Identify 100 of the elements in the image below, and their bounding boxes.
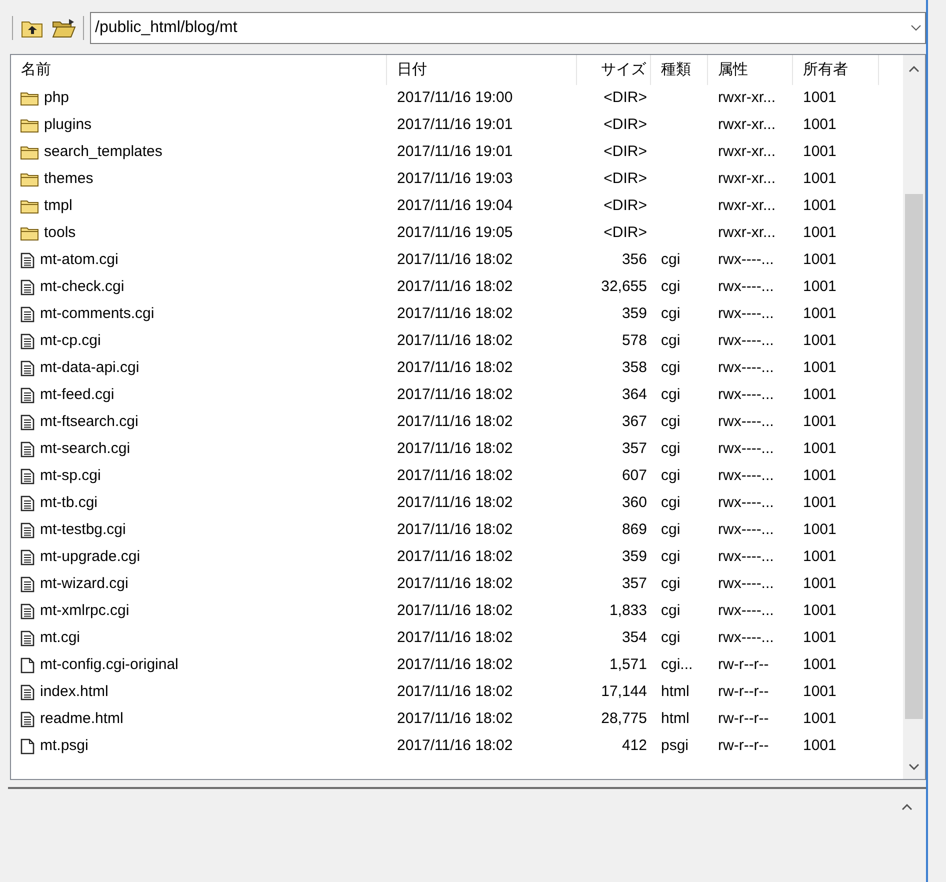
file-name[interactable]: themes bbox=[44, 168, 94, 191]
text-file-icon bbox=[20, 414, 35, 431]
modified-date: 2017/11/16 18:02 bbox=[397, 305, 513, 322]
file-size: 1,571 bbox=[609, 656, 647, 674]
scrollbar[interactable] bbox=[903, 55, 925, 779]
name-column-header[interactable]: 名前 bbox=[21, 58, 51, 82]
file-size: 357 bbox=[622, 440, 647, 458]
file-type: cgi... bbox=[661, 656, 693, 674]
scroll-up-icon bbox=[909, 66, 919, 72]
scroll-up-icon bbox=[902, 804, 912, 810]
file-name[interactable]: search_templates bbox=[44, 141, 162, 164]
file-name[interactable]: mt-feed.cgi bbox=[40, 384, 114, 407]
file-type: cgi bbox=[661, 467, 680, 484]
file-name[interactable]: mt-search.cgi bbox=[40, 438, 130, 461]
file-name[interactable]: mt-upgrade.cgi bbox=[40, 546, 140, 569]
owner: 1001 bbox=[803, 656, 836, 674]
date-column-header[interactable]: 日付 bbox=[397, 58, 427, 82]
text-file-icon bbox=[20, 549, 35, 566]
owner: 1001 bbox=[803, 332, 836, 350]
file-icon bbox=[20, 738, 35, 755]
owner-column-header[interactable]: 所有者 bbox=[803, 58, 848, 82]
file-size: 607 bbox=[622, 467, 647, 484]
file-name[interactable]: mt-atom.cgi bbox=[40, 249, 118, 272]
modified-date: 2017/11/16 18:02 bbox=[397, 602, 513, 620]
file-type: cgi bbox=[661, 494, 680, 512]
text-file-icon bbox=[20, 333, 35, 350]
modified-date: 2017/11/16 19:05 bbox=[397, 224, 513, 242]
folder-icon bbox=[20, 172, 39, 187]
file-size: 359 bbox=[622, 305, 647, 322]
scrollbar-thumb[interactable] bbox=[905, 194, 923, 719]
file-size: 578 bbox=[622, 332, 647, 350]
modified-date: 2017/11/16 18:02 bbox=[397, 548, 513, 566]
file-name[interactable]: readme.html bbox=[40, 708, 124, 731]
file-size: <DIR> bbox=[604, 116, 647, 134]
file-size: 367 bbox=[622, 413, 647, 430]
modified-date: 2017/11/16 18:02 bbox=[397, 359, 513, 376]
owner: 1001 bbox=[803, 305, 836, 322]
permissions: rwx----... bbox=[718, 575, 774, 592]
file-name[interactable]: mt-config.cgi-original bbox=[40, 654, 178, 677]
path-combobox[interactable]: /public_html/blog/mt bbox=[90, 12, 926, 44]
owner: 1001 bbox=[803, 521, 836, 538]
owner: 1001 bbox=[803, 548, 836, 566]
file-name[interactable]: tools bbox=[44, 222, 76, 245]
file-name[interactable]: mt-wizard.cgi bbox=[40, 573, 128, 596]
file-size: 354 bbox=[622, 629, 647, 646]
file-name[interactable]: php bbox=[44, 87, 70, 110]
file-name[interactable]: index.html bbox=[40, 681, 108, 704]
modified-date: 2017/11/16 18:02 bbox=[397, 332, 513, 350]
file-size: <DIR> bbox=[604, 143, 647, 160]
file-size: <DIR> bbox=[604, 197, 647, 214]
modified-date: 2017/11/16 18:02 bbox=[397, 440, 513, 458]
file-name[interactable]: mt-sp.cgi bbox=[40, 465, 101, 488]
attributes-column-header[interactable]: 属性 bbox=[718, 58, 748, 82]
text-file-icon bbox=[20, 522, 35, 539]
permissions: rwxr-xr... bbox=[718, 116, 776, 134]
file-name[interactable]: mt-testbg.cgi bbox=[40, 519, 126, 542]
file-name[interactable]: mt-check.cgi bbox=[40, 276, 124, 299]
owner: 1001 bbox=[803, 575, 836, 592]
file-size: <DIR> bbox=[604, 170, 647, 188]
owner: 1001 bbox=[803, 413, 836, 430]
type-column-header[interactable]: 種類 bbox=[661, 58, 691, 82]
permissions: rw-r--r-- bbox=[718, 683, 769, 700]
owner: 1001 bbox=[803, 116, 836, 134]
permissions: rwx----... bbox=[718, 629, 774, 646]
permissions: rwxr-xr... bbox=[718, 143, 776, 160]
file-name[interactable]: mt-xmlrpc.cgi bbox=[40, 600, 130, 623]
modified-date: 2017/11/16 19:00 bbox=[397, 89, 513, 106]
owner: 1001 bbox=[803, 386, 836, 404]
file-name[interactable]: mt-data-api.cgi bbox=[40, 357, 140, 380]
size-column-header[interactable]: サイズ bbox=[601, 58, 646, 82]
owner: 1001 bbox=[803, 143, 836, 160]
text-file-icon bbox=[20, 630, 35, 647]
modified-date: 2017/11/16 19:03 bbox=[397, 170, 513, 188]
file-name[interactable]: plugins bbox=[44, 114, 92, 137]
path-input[interactable]: /public_html/blog/mt bbox=[95, 16, 911, 40]
permissions: rwxr-xr... bbox=[718, 224, 776, 242]
folder-icon bbox=[20, 118, 39, 133]
permissions: rwx----... bbox=[718, 494, 774, 512]
file-size: 17,144 bbox=[601, 683, 647, 700]
text-file-icon bbox=[20, 603, 35, 620]
file-name[interactable]: mt-comments.cgi bbox=[40, 303, 154, 326]
file-type: cgi bbox=[661, 251, 680, 268]
modified-date: 2017/11/16 18:02 bbox=[397, 467, 513, 484]
modified-date: 2017/11/16 18:02 bbox=[397, 737, 513, 754]
file-name[interactable]: mt-cp.cgi bbox=[40, 330, 101, 353]
file-name[interactable]: mt-tb.cgi bbox=[40, 492, 98, 515]
owner: 1001 bbox=[803, 629, 836, 646]
file-name[interactable]: mt-ftsearch.cgi bbox=[40, 411, 138, 434]
file-name[interactable]: tmpl bbox=[44, 195, 72, 218]
file-name[interactable]: mt.psgi bbox=[40, 735, 88, 758]
permissions: rwx----... bbox=[718, 467, 774, 484]
permissions: rwx----... bbox=[718, 521, 774, 538]
permissions: rwx----... bbox=[718, 359, 774, 376]
file-name[interactable]: mt.cgi bbox=[40, 627, 80, 650]
file-size: 32,655 bbox=[601, 278, 647, 296]
text-file-icon bbox=[20, 495, 35, 512]
owner: 1001 bbox=[803, 224, 836, 242]
text-file-icon bbox=[20, 360, 35, 377]
text-file-icon bbox=[20, 279, 35, 296]
permissions: rw-r--r-- bbox=[718, 710, 769, 728]
